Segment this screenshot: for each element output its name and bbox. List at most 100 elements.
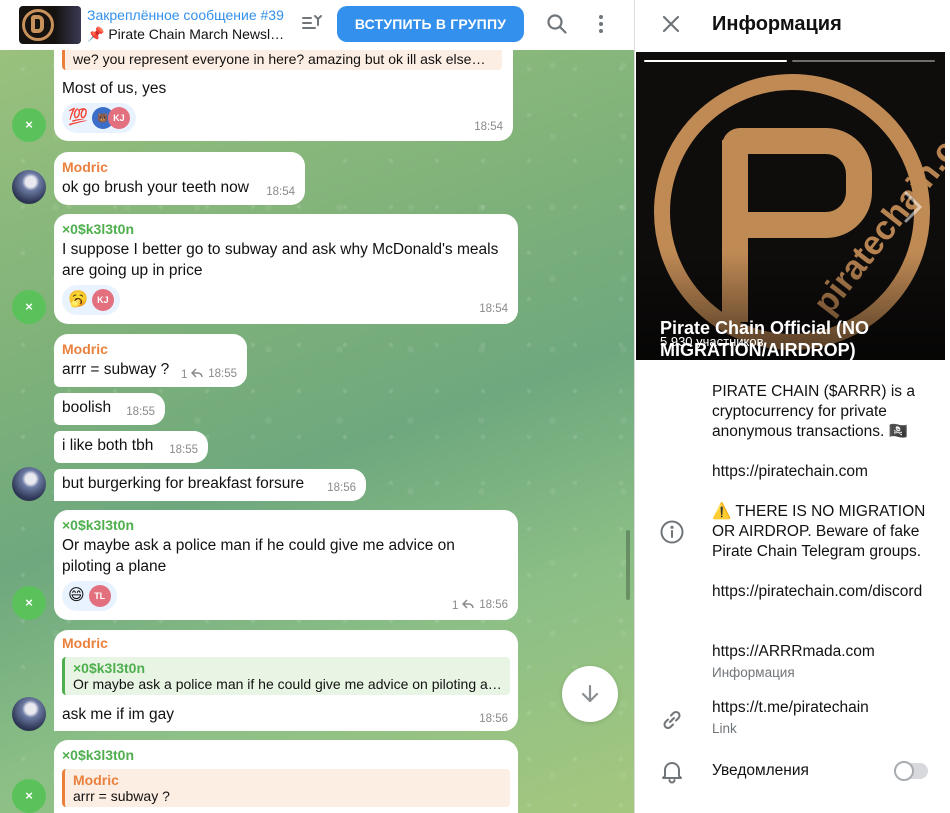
chevron-right-icon[interactable] — [902, 190, 924, 224]
reply-count[interactable]: 1 — [181, 368, 203, 381]
message-bubble[interactable]: we? you represent everyone in here? amaz… — [54, 38, 513, 141]
reply-count-value: 1 — [181, 369, 188, 381]
pinned-message-thumbnail[interactable] — [19, 6, 81, 44]
avatar[interactable]: × — [12, 586, 46, 620]
link-label: Link — [712, 721, 737, 736]
quote-text: we? you represent everyone in here? amaz… — [73, 51, 502, 67]
reply-quote[interactable]: ×0$k3l3t0n Or maybe ask a police man if … — [62, 657, 510, 695]
message-text: boolish — [62, 399, 112, 416]
reactor-avatar: KJ — [107, 107, 130, 129]
message-author[interactable]: Modric — [62, 635, 108, 651]
info-header: Информация — [635, 0, 950, 52]
message-author[interactable]: ×0$k3l3t0n — [62, 517, 134, 533]
quote-author: Modric — [73, 772, 119, 788]
message-author[interactable]: Modric — [62, 341, 108, 357]
avatar[interactable]: × — [12, 779, 46, 813]
notifications-label: Уведомления — [712, 762, 809, 779]
reactor-avatar: TL — [88, 585, 111, 607]
message-time: 18:54 — [479, 303, 508, 315]
avatar[interactable] — [12, 697, 46, 731]
notifications-toggle[interactable] — [894, 761, 928, 781]
pinned-message-text[interactable]: 📌 Pirate Chain March Newsle… — [87, 26, 287, 43]
message-author[interactable]: Modric — [62, 159, 108, 175]
reply-quote[interactable]: we? you represent everyone in here? amaz… — [62, 48, 502, 70]
info-label: Информация — [712, 665, 795, 680]
warning-text: ⚠️ THERE IS NO MIGRATION OR AIRDROP. Bew… — [712, 503, 926, 560]
reply-quote[interactable]: Modric arrr = subway ? — [62, 769, 510, 807]
group-avatar-gallery[interactable]: piratechain.com Pirate Chain Official (N… — [636, 52, 945, 360]
reply-arrow-icon — [461, 599, 474, 609]
message-time: 18:55 — [169, 444, 198, 456]
message-text: ok go brush your teeth now — [62, 179, 249, 196]
arrrmada-link[interactable]: https://ARRRmada.com — [712, 642, 875, 662]
message-time: 18:56 — [327, 482, 356, 494]
reaction-emoji[interactable]: 😄 — [68, 585, 85, 607]
message-text: ask me if im gay — [62, 706, 174, 723]
member-count: 5 930 участников — [660, 334, 764, 349]
scroll-to-bottom-button[interactable] — [562, 666, 618, 722]
reply-arrow-icon — [190, 368, 203, 378]
reactions[interactable]: 🥱 KJ — [62, 285, 120, 315]
message-text: I suppose I better go to subway and ask … — [62, 241, 499, 258]
message-bubble[interactable]: Modric ×0$k3l3t0n Or maybe ask a police … — [54, 630, 518, 731]
reaction-emoji[interactable]: 💯 — [68, 107, 88, 129]
message-time: 18:56 — [479, 713, 508, 725]
discord-link[interactable]: https://piratechain.com/discord — [712, 582, 932, 602]
message-author[interactable]: ×0$k3l3t0n — [62, 221, 134, 237]
quote-author: ×0$k3l3t0n — [73, 660, 145, 676]
quote-text: arrr = subway ? — [73, 788, 170, 804]
message-bubble[interactable]: but burgerking for breakfast forsure 18:… — [54, 469, 366, 501]
pinned-list-icon[interactable] — [300, 12, 324, 36]
avatar[interactable]: × — [12, 290, 46, 324]
avatar[interactable]: × — [12, 108, 46, 142]
message-bubble[interactable]: ×0$k3l3t0n I suppose I better go to subw… — [54, 214, 518, 324]
message-time: 18:54 — [474, 121, 503, 133]
message-time: 18:55 — [126, 406, 155, 418]
message-text: Or maybe ask a police man if he could gi… — [62, 537, 455, 554]
search-icon[interactable] — [545, 12, 569, 36]
close-icon[interactable] — [659, 12, 683, 36]
info-icon — [660, 520, 684, 544]
message-bubble[interactable]: ×0$k3l3t0n Modric arrr = subway ? — [54, 740, 518, 813]
website-link[interactable]: https://piratechain.com — [712, 462, 868, 482]
gallery-progress — [792, 60, 935, 62]
message-time: 18:55 — [208, 368, 237, 380]
message-bubble[interactable]: i like both tbh 18:55 — [54, 431, 208, 463]
arrow-down-icon — [581, 684, 599, 703]
message-time: 18:54 — [266, 186, 295, 198]
chat-header: Закреплённое сообщение #39 📌 Pirate Chai… — [0, 0, 634, 50]
bell-icon — [662, 762, 682, 784]
avatar[interactable] — [12, 467, 46, 501]
message-bubble[interactable]: Modric ok go brush your teeth now 18:54 — [54, 152, 305, 205]
info-panel: Информация piratechain.com Pirate Chain … — [634, 0, 950, 813]
message-author[interactable]: ×0$k3l3t0n — [62, 747, 134, 763]
message-text: Most of us, yes — [62, 80, 167, 97]
join-group-button[interactable]: ВСТУПИТЬ В ГРУППУ — [337, 6, 524, 42]
reactions[interactable]: 💯 🐻 KJ — [62, 103, 136, 133]
message-bubble[interactable]: ×0$k3l3t0n Or maybe ask a police man if … — [54, 510, 518, 620]
more-options-icon[interactable] — [589, 12, 613, 36]
gallery-progress-active — [644, 60, 787, 62]
avatar[interactable] — [12, 170, 46, 204]
message-text: are going up in price — [62, 262, 203, 279]
message-text: but burgerking for breakfast forsure — [62, 475, 305, 492]
message-text: arrr = subway ? — [62, 361, 170, 378]
link-icon — [663, 710, 681, 730]
reactions[interactable]: 😄 TL — [62, 581, 117, 611]
reactor-avatar: KJ — [91, 289, 114, 311]
message-text: piloting a plane — [62, 558, 167, 575]
message-text: i like both tbh — [62, 437, 154, 454]
message-bubble[interactable]: boolish 18:55 — [54, 393, 165, 425]
quote-text: Or maybe ask a police man if he could gi… — [73, 676, 510, 692]
group-description: PIRATE CHAIN ($ARRR) is a cryptocurrency… — [712, 383, 915, 440]
message-time: 18:56 — [479, 599, 508, 611]
message-bubble[interactable]: Modric arrr = subway ? 1 18:55 — [54, 334, 247, 387]
reply-count-value: 1 — [452, 600, 459, 612]
reaction-emoji[interactable]: 🥱 — [68, 289, 88, 311]
reply-count[interactable]: 1 — [452, 599, 474, 612]
chat-area[interactable]: Закреплённое сообщение #39 📌 Pirate Chai… — [0, 0, 634, 813]
chat-scrollbar[interactable] — [626, 530, 630, 600]
info-title: Информация — [712, 13, 842, 35]
pinned-message-title[interactable]: Закреплённое сообщение #39 — [87, 7, 287, 23]
telegram-link[interactable]: https://t.me/piratechain — [712, 698, 869, 718]
